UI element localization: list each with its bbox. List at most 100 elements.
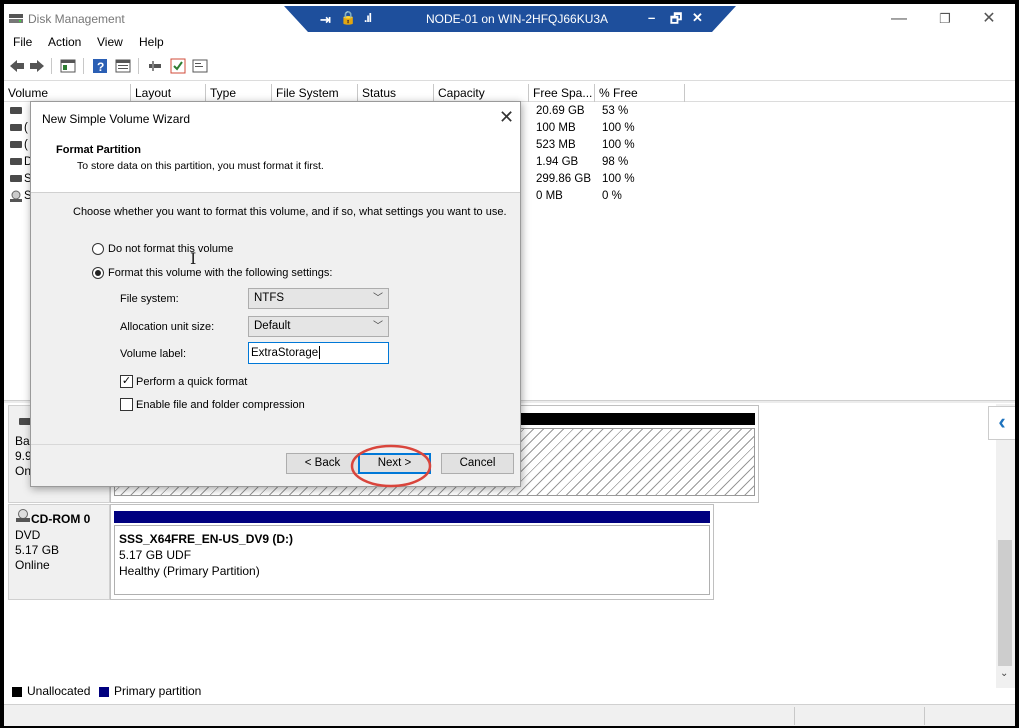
console-icon[interactable] — [192, 58, 208, 74]
allocation-unit-label: Allocation unit size: — [120, 321, 215, 333]
show-hide-tree-icon[interactable] — [60, 58, 76, 74]
toolbar-separator — [51, 58, 52, 74]
status-segment — [924, 707, 1015, 725]
wizard-footer: < Back Next > Cancel — [31, 444, 520, 486]
pin-icon[interactable]: ⇥ — [320, 12, 331, 28]
toolbar: ? — [4, 54, 1015, 78]
checklist-icon[interactable] — [170, 58, 186, 74]
properties-icon[interactable] — [115, 58, 131, 74]
connection-title: NODE-01 on WIN-2HFQJ66KU3A — [426, 12, 609, 26]
signal-icon: .ıl — [364, 11, 372, 25]
partition-status: Healthy (Primary Partition) — [119, 564, 260, 578]
allocation-unit-value: Default — [254, 320, 291, 332]
drive-icon — [10, 124, 22, 131]
quick-format-checkbox[interactable]: ✓ — [120, 375, 133, 388]
volume-label-label: Volume label: — [120, 348, 187, 360]
text-cursor — [319, 346, 321, 360]
cdrom-partition[interactable]: SSS_X64FRE_EN-US_DV9 (D:) 5.17 GB UDF He… — [114, 525, 710, 595]
toolbar-separator — [138, 58, 139, 74]
svg-text:?: ? — [97, 60, 104, 74]
quick-format-label[interactable]: Perform a quick format — [136, 376, 247, 388]
scrollbar-thumb[interactable] — [998, 540, 1012, 666]
column-layout[interactable]: Layout — [131, 84, 206, 102]
column-volume[interactable]: Volume — [4, 84, 131, 102]
cdrom-type: DVD — [15, 528, 41, 542]
wizard-instruction: Choose whether you want to format this v… — [73, 206, 507, 218]
toolbar-divider — [4, 80, 1015, 81]
column-file-system[interactable]: File System — [272, 84, 358, 102]
allocation-unit-dropdown[interactable]: Default ﹀ — [248, 316, 389, 337]
cdrom-size: 5.17 GB — [15, 543, 60, 557]
menu-bar: File Action View Help — [4, 32, 1015, 54]
file-system-dropdown[interactable]: NTFS ﹀ — [248, 288, 389, 309]
file-system-label: File system: — [120, 293, 179, 305]
restore-button[interactable]: ❐ — [930, 8, 960, 30]
cdrom-label[interactable]: CD-ROM 0 DVD 5.17 GB Online — [8, 504, 110, 600]
column-type[interactable]: Type — [206, 84, 272, 102]
status-segment — [794, 707, 924, 725]
connection-minimize-button[interactable]: – — [648, 10, 655, 25]
lock-icon: 🔒 — [340, 10, 357, 25]
connect-icon[interactable] — [147, 58, 163, 74]
compression-label[interactable]: Enable file and folder compression — [136, 399, 305, 411]
connection-close-button[interactable]: ✕ — [692, 10, 703, 26]
primary-swatch — [99, 687, 109, 697]
menu-action[interactable]: Action — [48, 35, 81, 49]
percent-free-value: 100 % — [602, 122, 635, 134]
collapse-actions-icon[interactable]: ‹ — [988, 406, 1015, 440]
back-button[interactable]: < Back — [286, 453, 359, 474]
compression-checkbox[interactable] — [120, 398, 133, 411]
back-arrow-icon[interactable] — [9, 58, 25, 74]
column-capacity[interactable]: Capacity — [434, 84, 529, 102]
do-not-format-label[interactable]: Do not format this volume — [108, 243, 233, 255]
cancel-button[interactable]: Cancel — [441, 453, 514, 474]
free-space-value: 20.69 GB — [536, 105, 585, 117]
cdrom-partitions: SSS_X64FRE_EN-US_DV9 (D:) 5.17 GB UDF He… — [110, 504, 714, 600]
volume-label-input[interactable]: ExtraStorage — [248, 342, 389, 364]
partition-name: SSS_X64FRE_EN-US_DV9 (D:) — [119, 532, 294, 546]
status-bar — [4, 704, 1015, 726]
close-button[interactable]: ✕ — [974, 8, 1004, 30]
drive-icon — [10, 107, 22, 114]
app-title: Disk Management — [28, 12, 125, 26]
percent-free-value: 98 % — [602, 156, 629, 168]
toolbar-separator — [83, 58, 84, 74]
disk0-type: Ba — [15, 434, 30, 448]
percent-free-value: 53 % — [602, 105, 629, 117]
new-simple-volume-wizard: New Simple Volume Wizard ✕ Format Partit… — [30, 101, 521, 487]
highlight-circle-annotation — [350, 444, 432, 488]
menu-file[interactable]: File — [13, 35, 32, 49]
disk-map-scrollbar[interactable]: ⌄ — [996, 404, 1015, 688]
drive-icon — [10, 141, 22, 148]
menu-view[interactable]: View — [97, 35, 123, 49]
percent-free-value: 100 % — [602, 139, 635, 151]
forward-arrow-icon[interactable] — [29, 58, 45, 74]
cdrom-status: Online — [15, 558, 50, 572]
drive-icon — [10, 158, 22, 165]
volume-label-value: ExtraStorage — [251, 347, 319, 359]
chevron-down-icon: ﹀ — [373, 293, 383, 304]
wizard-title: New Simple Volume Wizard — [42, 112, 191, 126]
column-free-space[interactable]: Free Spa... — [529, 84, 595, 102]
column-percent-free[interactable]: % Free — [595, 84, 685, 102]
minimize-button[interactable]: — — [884, 8, 914, 30]
column-status[interactable]: Status — [358, 84, 434, 102]
cdrom-name: CD-ROM 0 — [31, 512, 91, 526]
menu-help[interactable]: Help — [139, 35, 164, 49]
connection-restore-button[interactable]: 🗗 — [670, 10, 682, 32]
scroll-down-icon[interactable]: ⌄ — [1000, 668, 1008, 679]
format-volume-label[interactable]: Format this volume with the following se… — [108, 267, 332, 279]
primary-partition-bar — [114, 511, 710, 523]
format-volume-radio[interactable] — [92, 267, 104, 279]
free-space-value: 1.94 GB — [536, 156, 579, 168]
do-not-format-radio[interactable] — [92, 243, 104, 255]
free-space-value: 0 MB — [536, 190, 563, 202]
cd-drive-icon — [16, 509, 30, 522]
wizard-close-button[interactable]: ✕ — [499, 107, 514, 128]
text-cursor-ibeam-icon: I — [190, 249, 197, 268]
volume-name: ( — [24, 122, 28, 134]
cd-drive-icon — [10, 190, 22, 202]
volume-name: ( — [24, 139, 28, 151]
help-icon[interactable]: ? — [92, 58, 108, 74]
partition-size: 5.17 GB UDF — [119, 548, 192, 562]
